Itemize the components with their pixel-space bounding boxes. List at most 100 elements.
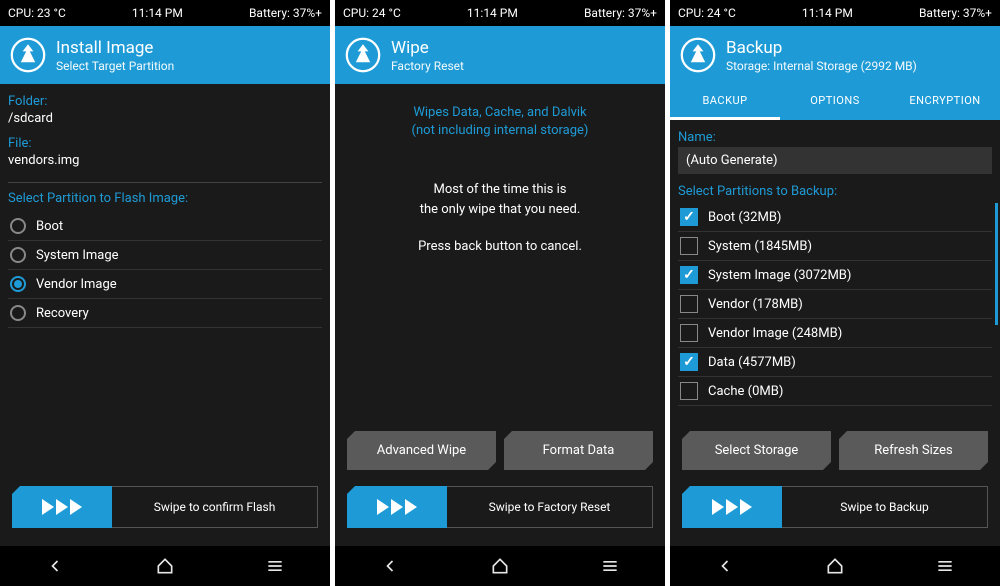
select-storage-button[interactable]: Select Storage xyxy=(682,431,831,470)
partition-checkbox-row[interactable]: ✓ Boot (32MB) xyxy=(678,203,992,232)
battery-level: Battery: 37%+ xyxy=(249,6,322,20)
swipe-factory-reset[interactable]: Swipe to Factory Reset xyxy=(347,486,653,528)
twrp-logo-icon xyxy=(680,37,716,73)
screen-backup: CPU: 24 °C 11:14 PM Battery: 37%+ Backup… xyxy=(670,0,1000,586)
navbar xyxy=(335,546,665,586)
name-input[interactable]: (Auto Generate) xyxy=(678,147,992,174)
battery-level: Battery: 37%+ xyxy=(584,6,657,20)
page-title: Wipe xyxy=(391,38,464,58)
twrp-logo-icon xyxy=(345,37,381,73)
name-label: Name: xyxy=(678,130,992,145)
checkbox-icon: ✓ xyxy=(680,353,698,371)
header: Backup Storage: Internal Storage (2992 M… xyxy=(670,26,1000,84)
checkbox-icon xyxy=(680,237,698,255)
home-icon[interactable] xyxy=(490,556,510,576)
partition-checkbox-row[interactable]: ✓ Data (4577MB) xyxy=(678,348,992,377)
wipe-info-text: Wipes Data, Cache, and Dalvik (not inclu… xyxy=(343,104,657,140)
clock: 11:14 PM xyxy=(467,6,518,20)
partition-radio-boot[interactable]: Boot xyxy=(8,212,322,241)
partition-checkbox-row[interactable]: Vendor (178MB) xyxy=(678,290,992,319)
scrollbar-indicator[interactable] xyxy=(995,203,998,325)
checkbox-icon: ✓ xyxy=(680,208,698,226)
tab-encryption[interactable]: ENCRYPTION xyxy=(890,84,1000,120)
partition-radio-system-image[interactable]: System Image xyxy=(8,241,322,270)
swipe-handle-icon xyxy=(347,486,447,528)
statusbar: CPU: 23 °C 11:14 PM Battery: 37%+ xyxy=(0,0,330,26)
screen-install-image: CPU: 23 °C 11:14 PM Battery: 37%+ Instal… xyxy=(0,0,330,586)
tab-options[interactable]: OPTIONS xyxy=(780,84,890,120)
select-partitions-label: Select Partitions to Backup: xyxy=(678,184,992,199)
menu-icon[interactable] xyxy=(600,556,620,576)
home-icon[interactable] xyxy=(155,556,175,576)
swipe-label: Swipe to Factory Reset xyxy=(447,486,653,528)
battery-level: Battery: 37%+ xyxy=(919,6,992,20)
swipe-backup[interactable]: Swipe to Backup xyxy=(682,486,988,528)
twrp-logo-icon xyxy=(10,37,46,73)
tab-backup[interactable]: BACKUP xyxy=(670,84,780,120)
partition-radio-list: Boot System Image Vendor Image Recovery xyxy=(8,212,322,328)
partition-checkbox-list: ✓ Boot (32MB) System (1845MB) ✓ System Image… xyxy=(678,203,992,406)
clock: 11:14 PM xyxy=(802,6,853,20)
cpu-temp: CPU: 24 °C xyxy=(678,6,736,20)
partition-radio-vendor-image[interactable]: Vendor Image xyxy=(8,270,322,299)
swipe-confirm-flash[interactable]: Swipe to confirm Flash xyxy=(12,486,318,528)
cpu-temp: CPU: 24 °C xyxy=(343,6,401,20)
home-icon[interactable] xyxy=(825,556,845,576)
checkbox-icon xyxy=(680,295,698,313)
format-data-button[interactable]: Format Data xyxy=(504,431,653,470)
page-subtitle: Factory Reset xyxy=(391,59,464,73)
radio-icon xyxy=(10,305,26,321)
statusbar: CPU: 24 °C 11:14 PM Battery: 37%+ xyxy=(335,0,665,26)
back-icon[interactable] xyxy=(715,556,735,576)
partition-checkbox-row[interactable]: Vendor Image (248MB) xyxy=(678,319,992,348)
back-icon[interactable] xyxy=(45,556,65,576)
radio-icon xyxy=(10,247,26,263)
radio-icon xyxy=(10,276,26,292)
partition-label: Vendor Image xyxy=(36,277,117,292)
wipe-instruction-text: Most of the time this is the only wipe t… xyxy=(343,180,657,257)
statusbar: CPU: 24 °C 11:14 PM Battery: 37%+ xyxy=(670,0,1000,26)
checkbox-icon: ✓ xyxy=(680,266,698,284)
partition-radio-recovery[interactable]: Recovery xyxy=(8,299,322,328)
refresh-sizes-button[interactable]: Refresh Sizes xyxy=(839,431,988,470)
divider xyxy=(8,182,322,183)
select-partition-label: Select Partition to Flash Image: xyxy=(8,191,322,206)
partition-label: Cache (0MB) xyxy=(708,384,783,399)
page-subtitle: Select Target Partition xyxy=(56,59,174,73)
partition-checkbox-row[interactable]: ✓ System Image (3072MB) xyxy=(678,261,992,290)
partition-label: Vendor Image (248MB) xyxy=(708,326,842,341)
partition-label: Data (4577MB) xyxy=(708,355,796,370)
radio-icon xyxy=(10,218,26,234)
page-subtitle: Storage: Internal Storage (2992 MB) xyxy=(726,59,917,73)
swipe-label: Swipe to confirm Flash xyxy=(112,486,318,528)
cpu-temp: CPU: 23 °C xyxy=(8,6,66,20)
tab-bar: BACKUPOPTIONSENCRYPTION xyxy=(670,84,1000,120)
navbar xyxy=(0,546,330,586)
folder-value: /sdcard xyxy=(8,111,322,126)
file-label: File: xyxy=(8,136,322,151)
partition-label: Boot (32MB) xyxy=(708,210,781,225)
header: Wipe Factory Reset xyxy=(335,26,665,84)
back-icon[interactable] xyxy=(380,556,400,576)
partition-label: System Image (3072MB) xyxy=(708,268,851,283)
menu-icon[interactable] xyxy=(265,556,285,576)
checkbox-icon xyxy=(680,324,698,342)
partition-checkbox-row[interactable]: System (1845MB) xyxy=(678,232,992,261)
header: Install Image Select Target Partition xyxy=(0,26,330,84)
partition-label: Vendor (178MB) xyxy=(708,297,803,312)
partition-label: Boot xyxy=(36,219,63,234)
navbar xyxy=(670,546,1000,586)
advanced-wipe-button[interactable]: Advanced Wipe xyxy=(347,431,496,470)
folder-label: Folder: xyxy=(8,94,322,109)
swipe-handle-icon xyxy=(12,486,112,528)
page-title: Install Image xyxy=(56,38,174,58)
menu-icon[interactable] xyxy=(935,556,955,576)
page-title: Backup xyxy=(726,38,917,58)
partition-label: System Image xyxy=(36,248,119,263)
swipe-label: Swipe to Backup xyxy=(782,486,988,528)
file-value: vendors.img xyxy=(8,153,322,168)
partition-label: System (1845MB) xyxy=(708,239,812,254)
partition-label: Recovery xyxy=(36,306,89,321)
partition-checkbox-row[interactable]: Cache (0MB) xyxy=(678,377,992,406)
swipe-handle-icon xyxy=(682,486,782,528)
